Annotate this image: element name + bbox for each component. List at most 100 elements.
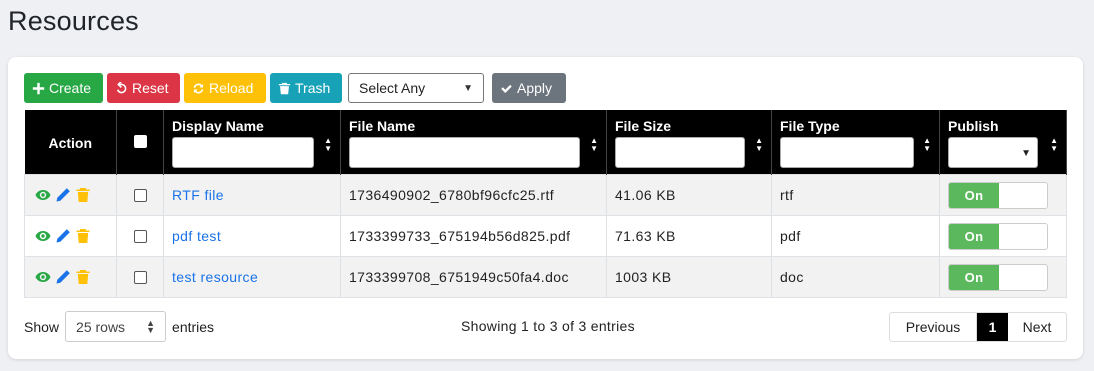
column-header-display-name[interactable]: Display Name ▲ ▼ (163, 110, 341, 175)
display-name-filter-input[interactable] (172, 137, 314, 168)
refresh-icon (193, 83, 204, 93)
reset-button[interactable]: Reset (107, 73, 180, 103)
display-name-cell: RTF file (163, 174, 341, 216)
column-header-label: Publish (948, 118, 999, 134)
resources-table: Action Display Name ▲ ▼ File Name ▲ ▼ File… (24, 110, 1067, 298)
chevron-down-icon: ▼ (1021, 148, 1031, 159)
previous-page-button[interactable]: Previous (890, 313, 977, 341)
file-type-cell: pdf (771, 215, 940, 257)
table-row: pdf test 1733399733_675194b56d825.pdf 71… (24, 215, 1067, 257)
toolbar: Create Reset Reload Trash Select Any ▼ A… (24, 73, 566, 103)
table-row: RTF file 1736490902_6780bf96cfc25.rtf 41… (24, 174, 1067, 216)
column-header-label: File Type (780, 118, 840, 134)
file-name-cell: 1736490902_6780bf96cfc25.rtf (340, 174, 607, 216)
file-name-filter-input[interactable] (349, 137, 580, 168)
publish-filter-select[interactable]: ▼ (948, 137, 1038, 168)
reset-button-label: Reset (132, 80, 169, 96)
sort-icon[interactable]: ▲ ▼ (755, 137, 763, 153)
row-checkbox[interactable] (133, 188, 147, 202)
trash-button-label: Trash (295, 80, 331, 96)
row-actions-cell (24, 256, 117, 298)
select-all-checkbox[interactable] (133, 135, 147, 148)
entries-label: entries (172, 318, 215, 335)
column-header-label: File Size (615, 118, 672, 134)
check-icon (501, 84, 512, 93)
file-size-cell: 41.06 KB (606, 174, 772, 216)
pencil-icon[interactable] (55, 228, 71, 244)
row-actions-cell (24, 215, 117, 257)
publish-toggle-on-label: On (949, 264, 999, 290)
plus-icon (32, 82, 45, 94)
table-info: Showing 1 to 3 of 3 entries (461, 318, 635, 334)
pencil-icon[interactable] (55, 269, 71, 285)
column-header-select-all (116, 110, 164, 175)
row-checkbox-cell (116, 256, 164, 298)
publish-toggle-on-label: On (949, 182, 999, 208)
publish-cell: On (939, 174, 1067, 216)
page-title: Resources (8, 6, 139, 36)
trash-icon[interactable] (75, 187, 91, 203)
trash-icon[interactable] (75, 269, 91, 285)
row-checkbox[interactable] (133, 229, 147, 243)
sort-icon[interactable]: ▲ ▼ (923, 137, 931, 153)
trash-button[interactable]: Trash (270, 73, 342, 103)
show-label: Show (24, 318, 60, 335)
file-size-cell: 71.63 KB (606, 215, 772, 257)
file-type-cell: doc (771, 256, 940, 298)
row-checkbox-cell (116, 174, 164, 216)
rows-per-page-value: 25 rows (76, 318, 126, 335)
sort-updown-icon: ▲ ▼ (146, 317, 156, 335)
publish-toggle-on-label: On (949, 223, 999, 249)
publish-toggle[interactable]: On (948, 181, 1048, 209)
file-size-cell: 1003 KB (606, 256, 772, 298)
next-page-button[interactable]: Next (1008, 313, 1066, 341)
column-header-action: Action (24, 110, 117, 175)
create-button-label: Create (49, 80, 92, 96)
page-length-control: Show 25 rows ▲ ▼ entries (24, 311, 214, 342)
column-header-file-name[interactable]: File Name ▲ ▼ (340, 110, 607, 175)
trash-icon (278, 82, 291, 94)
publish-cell: On (939, 215, 1067, 257)
page-button-current[interactable]: 1 (977, 313, 1008, 341)
column-header-file-size[interactable]: File Size ▲ ▼ (606, 110, 772, 175)
undo-icon (116, 81, 127, 93)
file-type-cell: rtf (771, 174, 940, 216)
display-name-link[interactable]: pdf test (172, 228, 221, 244)
publish-toggle[interactable]: On (948, 222, 1048, 250)
eye-icon[interactable] (35, 228, 51, 244)
publish-cell: On (939, 256, 1067, 298)
reload-button[interactable]: Reload (184, 73, 266, 103)
create-button[interactable]: Create (24, 73, 103, 103)
publish-toggle[interactable]: On (948, 263, 1048, 291)
column-header-label: Display Name (172, 118, 264, 134)
file-size-filter-input[interactable] (615, 137, 745, 168)
row-checkbox[interactable] (133, 270, 147, 284)
sort-icon[interactable]: ▲ ▼ (324, 137, 332, 153)
rows-per-page-select[interactable]: 25 rows ▲ ▼ (65, 311, 167, 342)
resources-card: Create Reset Reload Trash Select Any ▼ A… (8, 57, 1083, 359)
row-checkbox-cell (116, 215, 164, 257)
eye-icon[interactable] (35, 187, 51, 203)
display-name-link[interactable]: test resource (172, 269, 258, 285)
file-name-cell: 1733399733_675194b56d825.pdf (340, 215, 607, 257)
display-name-cell: test resource (163, 256, 341, 298)
sort-icon[interactable]: ▲ ▼ (1050, 137, 1058, 153)
eye-icon[interactable] (35, 269, 51, 285)
row-actions-cell (24, 174, 117, 216)
display-name-cell: pdf test (163, 215, 341, 257)
trash-icon[interactable] (75, 228, 91, 244)
file-type-filter-input[interactable] (780, 137, 914, 168)
pagination: Previous 1 Next (889, 312, 1067, 342)
chevron-down-icon: ▼ (463, 82, 473, 94)
reload-button-label: Reload (209, 80, 254, 96)
file-name-cell: 1733399708_6751949c50fa4.doc (340, 256, 607, 298)
sort-icon[interactable]: ▲ ▼ (590, 137, 598, 153)
apply-button-label: Apply (517, 80, 553, 96)
bulk-action-select[interactable]: Select Any ▼ (348, 73, 484, 103)
table-row: test resource 1733399708_6751949c50fa4.d… (24, 256, 1067, 298)
column-header-file-type[interactable]: File Type ▲ ▼ (771, 110, 940, 175)
column-header-publish[interactable]: Publish ▼ ▲ ▼ (939, 110, 1067, 175)
display-name-link[interactable]: RTF file (172, 187, 224, 203)
pencil-icon[interactable] (55, 187, 71, 203)
apply-button[interactable]: Apply (492, 73, 566, 103)
